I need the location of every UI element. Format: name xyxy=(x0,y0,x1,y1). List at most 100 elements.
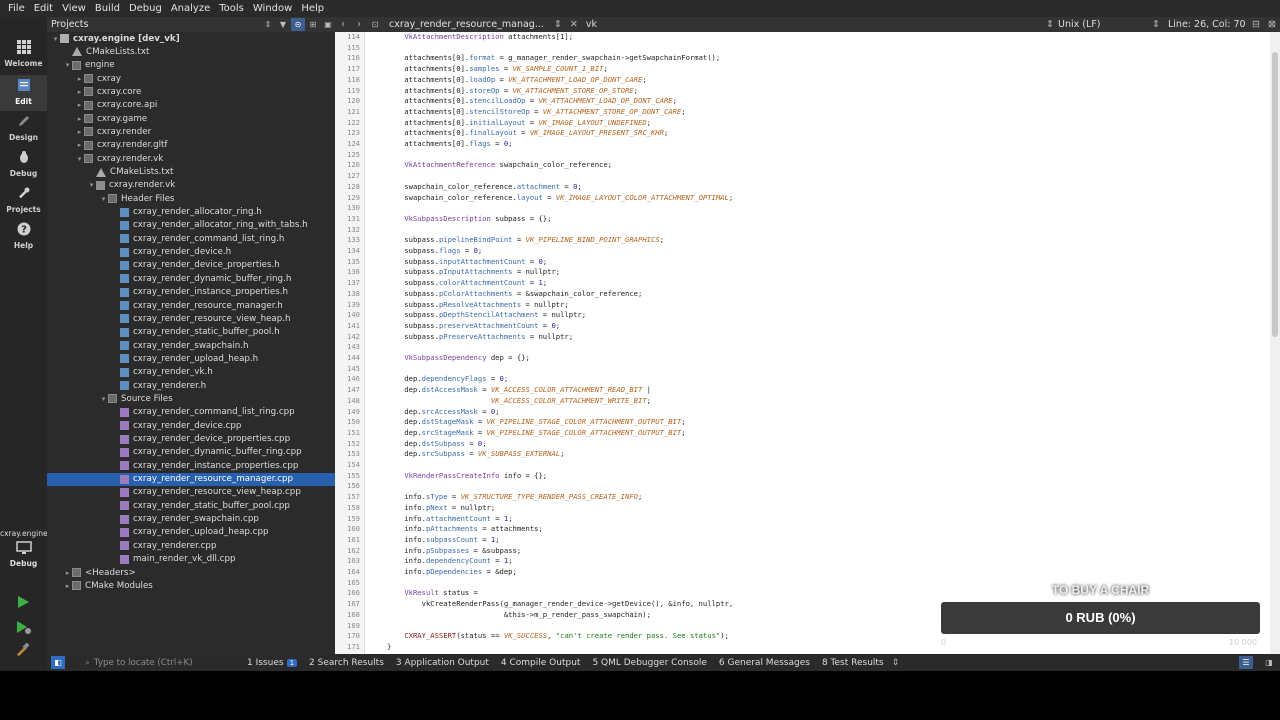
mode-debug[interactable]: Debug xyxy=(0,147,47,183)
expand-down-icon[interactable]: ▾ xyxy=(51,35,60,43)
tree-item[interactable]: ▾ Header Files xyxy=(47,192,335,205)
tree-item[interactable]: ▸ cxray xyxy=(47,72,335,85)
menu-window[interactable]: Window xyxy=(249,0,296,17)
menu-file[interactable]: File xyxy=(4,0,29,17)
tree-item[interactable]: ▾ Source Files xyxy=(47,392,335,405)
output-tab[interactable]: 6 General Messages xyxy=(719,658,810,668)
tree-item[interactable]: main_render_vk_dll.cpp xyxy=(47,553,335,566)
menu-view[interactable]: View xyxy=(58,0,90,17)
expand-right-icon[interactable]: ▸ xyxy=(75,101,84,109)
line-ending-selector[interactable]: Unix (LF) xyxy=(1058,19,1148,30)
tree-item[interactable]: cxray_render_device_properties.cpp xyxy=(47,433,335,446)
back-icon[interactable]: ‹ xyxy=(335,19,351,30)
tree-item[interactable]: ▸ cxray.core xyxy=(47,85,335,98)
tree-item[interactable]: ▾ cxray.render.vk xyxy=(47,179,335,192)
expand-right-icon[interactable]: ▸ xyxy=(75,75,84,83)
tree-item[interactable]: cxray_render_vk.h xyxy=(47,366,335,379)
tree-item[interactable]: cxray_render_static_buffer_pool.cpp xyxy=(47,499,335,512)
mode-design[interactable]: Design xyxy=(0,111,47,147)
sync-link-icon[interactable]: ⊝ xyxy=(291,18,305,31)
vertical-scrollbar[interactable] xyxy=(1270,32,1280,654)
menu-help[interactable]: Help xyxy=(297,0,328,17)
output-tab[interactable]: 3 Application Output xyxy=(396,658,489,668)
cursor-position[interactable]: Line: 26, Col: 70 xyxy=(1168,19,1248,30)
more-tabs-icon[interactable]: ⇕ xyxy=(892,658,900,668)
expand-right-icon[interactable]: ▸ xyxy=(75,115,84,123)
tree-item[interactable]: cxray_render_device.cpp xyxy=(47,419,335,432)
tab-dropdown-icon[interactable]: ⇕ xyxy=(550,19,566,30)
close-editor-icon[interactable]: ⊠ xyxy=(1264,19,1280,30)
tree-item[interactable]: cxray_render_instance_properties.cpp xyxy=(47,459,335,472)
expand-right-icon[interactable]: ▸ xyxy=(75,141,84,149)
tree-item[interactable]: CMakeLists.txt xyxy=(47,166,335,179)
tree-item[interactable]: cxray_render_command_list_ring.h xyxy=(47,232,335,245)
symbol-selector[interactable]: vk xyxy=(586,19,597,30)
expand-right-icon[interactable]: ▸ xyxy=(75,128,84,136)
tree-item[interactable]: ▸ cxray.render xyxy=(47,125,335,138)
run-button[interactable] xyxy=(14,594,32,610)
output-tab[interactable]: 4 Compile Output xyxy=(501,658,581,668)
build-button[interactable] xyxy=(14,642,32,659)
mode-projects[interactable]: Projects xyxy=(0,183,47,219)
tree-item[interactable]: CMakeLists.txt xyxy=(47,45,335,58)
tree-item[interactable]: cxray_render_allocator_ring_with_tabs.h xyxy=(47,219,335,232)
expand-right-icon[interactable]: ▸ xyxy=(63,569,72,577)
file-tab[interactable]: cxray_render_resource_manag... xyxy=(389,19,544,30)
tree-item[interactable]: ▾ cxray.render.vk xyxy=(47,152,335,165)
filter-icon[interactable]: ▼ xyxy=(276,18,290,31)
split-editor-icon[interactable]: ⊟ xyxy=(1248,19,1264,30)
forward-icon[interactable]: › xyxy=(351,19,367,30)
output-pane-toggle-icon[interactable]: ☰ xyxy=(1239,656,1253,669)
menu-debug[interactable]: Debug xyxy=(125,0,166,17)
tree-item[interactable]: cxray_render_resource_manager.h xyxy=(47,299,335,312)
output-tab[interactable]: 2 Search Results xyxy=(309,658,384,668)
expand-right-icon[interactable]: ▸ xyxy=(75,88,84,96)
tree-item[interactable]: cxray_render_instance_properties.h xyxy=(47,286,335,299)
expand-right-icon[interactable]: ▸ xyxy=(63,582,72,590)
locator-input[interactable]: ⌕ Type to locate (Ctrl+K) xyxy=(85,655,235,670)
code-area[interactable]: VkAttachmentDescription attachments[1]; … xyxy=(387,32,1267,654)
line-ending-dropdown-icon[interactable]: ⇕ xyxy=(1148,19,1164,30)
expand-down-icon[interactable]: ▾ xyxy=(87,181,96,189)
tree-item[interactable]: cxray_render_resource_manager.cpp xyxy=(47,472,335,486)
tree-item[interactable]: ▸ cxray.core.api xyxy=(47,99,335,112)
tree-item[interactable]: cxray_render_upload_heap.h xyxy=(47,352,335,365)
tree-item[interactable]: cxray_render_resource_view_heap.cpp xyxy=(47,486,335,499)
tree-item[interactable]: ▸ CMake Modules xyxy=(47,579,335,592)
tree-item[interactable]: cxray_render_swapchain.h xyxy=(47,339,335,352)
toggle-sidebar-icon[interactable]: ◧ xyxy=(51,656,65,669)
mode-edit[interactable]: Edit xyxy=(0,75,47,111)
tree-item[interactable]: cxray_render_device_properties.h xyxy=(47,259,335,272)
tree-item[interactable]: cxray_render_dynamic_buffer_ring.cpp xyxy=(47,446,335,459)
tree-item[interactable]: cxray_render_dynamic_buffer_ring.h xyxy=(47,272,335,285)
tree-item[interactable]: cxray_render_allocator_ring.h xyxy=(47,206,335,219)
tree-item[interactable]: cxray_render_resource_view_heap.h xyxy=(47,312,335,325)
symbol-dropdown-icon[interactable]: ⇕ xyxy=(1042,19,1058,30)
tree-item[interactable]: ▾ cxray.engine [dev_vk] xyxy=(47,32,335,45)
tree-item[interactable]: cxray_render_static_buffer_pool.h xyxy=(47,326,335,339)
menu-tools[interactable]: Tools xyxy=(215,0,248,17)
mode-welcome[interactable]: Welcome xyxy=(0,37,47,73)
split-icon[interactable]: ⊞ xyxy=(306,18,320,31)
tree-item[interactable]: ▸ cxray.render.gltf xyxy=(47,139,335,152)
menu-analyze[interactable]: Analyze xyxy=(167,0,214,17)
expand-down-icon[interactable]: ▾ xyxy=(99,395,108,403)
output-tab[interactable]: 5 QML Debugger Console xyxy=(592,658,706,668)
output-tab[interactable]: 8 Test Results xyxy=(822,658,884,668)
tree-item[interactable]: cxray_render_device.h xyxy=(47,246,335,259)
tree-item[interactable]: cxray_renderer.cpp xyxy=(47,539,335,552)
expand-down-icon[interactable]: ▾ xyxy=(99,195,108,203)
menu-edit[interactable]: Edit xyxy=(30,0,57,17)
tree-item[interactable]: ▸ cxray.game xyxy=(47,112,335,125)
close-file-icon[interactable]: ✕ xyxy=(566,19,582,30)
dropdown-icon[interactable]: ⇕ xyxy=(261,18,275,31)
projects-title[interactable]: Projects xyxy=(51,19,88,30)
tree-item[interactable]: cxray_render_command_list_ring.cpp xyxy=(47,406,335,419)
debug-run-button[interactable] xyxy=(14,619,32,635)
lock-icon[interactable]: ⊡ xyxy=(367,20,383,29)
tree-item[interactable]: cxray_render_swapchain.cpp xyxy=(47,513,335,526)
expand-down-icon[interactable]: ▾ xyxy=(75,155,84,163)
mode-help[interactable]: ? Help xyxy=(0,219,47,255)
tree-item[interactable]: cxray_renderer.h xyxy=(47,379,335,392)
resize-pane-icon[interactable]: ◨ xyxy=(1262,656,1276,669)
